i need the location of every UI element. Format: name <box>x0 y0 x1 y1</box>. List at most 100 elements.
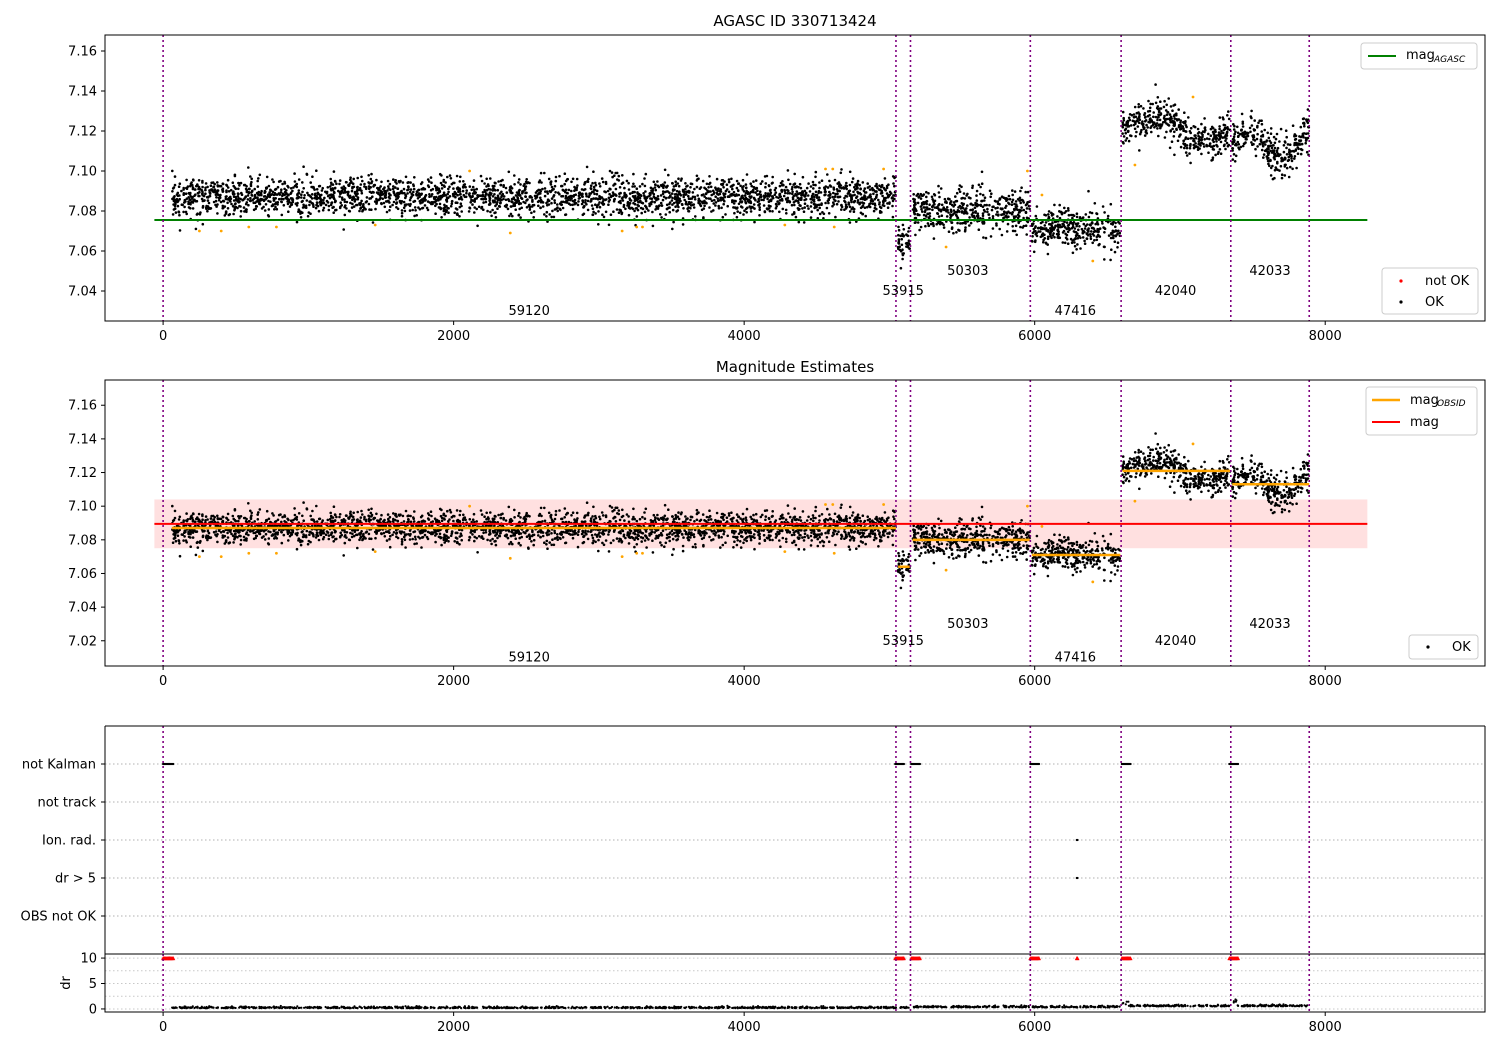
ok-point <box>741 196 745 200</box>
ok-point <box>485 188 489 192</box>
ok-point <box>587 195 591 199</box>
ok-point <box>825 206 829 210</box>
ok-point <box>814 175 817 179</box>
ok-point <box>717 206 721 210</box>
ok-point <box>891 534 894 537</box>
ok-point <box>495 197 499 200</box>
ok-point <box>964 226 967 229</box>
ok-point <box>912 210 916 214</box>
ok-point <box>1159 107 1163 110</box>
ok-point <box>563 182 566 186</box>
ok-point <box>881 194 884 198</box>
ok-point <box>417 206 420 209</box>
ok-point <box>886 196 890 199</box>
ok-point <box>754 179 758 182</box>
ok-point <box>1047 213 1050 216</box>
ok-point <box>878 188 881 192</box>
ok-point <box>213 182 216 186</box>
ok-point <box>1212 148 1216 151</box>
ok-point <box>301 206 305 209</box>
ok-point <box>676 198 679 202</box>
ok-point <box>256 185 260 188</box>
ok-point <box>822 544 825 548</box>
ok-point <box>486 209 489 213</box>
ok-point <box>988 203 991 207</box>
ok-point <box>1165 130 1168 134</box>
ok-point <box>836 195 840 199</box>
ok-point <box>548 189 552 193</box>
ok-point <box>687 194 690 198</box>
ok-point <box>744 200 747 204</box>
ok-point <box>198 194 201 198</box>
ok-point <box>259 191 263 195</box>
legend-notok-marker <box>1399 279 1403 283</box>
panel1-ytick-label: 7.14 <box>68 85 97 100</box>
ok-point <box>473 200 477 203</box>
ok-point <box>866 186 870 189</box>
ok-point <box>964 211 968 215</box>
ok-point <box>309 195 313 199</box>
ok-point <box>1090 230 1093 233</box>
ok-point <box>581 192 584 196</box>
ok-point <box>380 202 383 205</box>
ok-point <box>260 198 263 202</box>
ok-point <box>1250 141 1253 144</box>
ok-point <box>654 188 657 192</box>
ok-point <box>438 189 442 193</box>
ok-points <box>171 83 1311 270</box>
ok-point <box>644 196 647 199</box>
ok-point <box>703 195 706 198</box>
ok-point <box>553 208 557 211</box>
ok-point <box>683 529 686 532</box>
ok-point <box>510 205 513 208</box>
ok-point <box>247 502 250 505</box>
ok-point <box>778 202 781 205</box>
ok-point <box>262 198 266 201</box>
ok-point <box>991 215 995 218</box>
ok-point <box>543 187 547 190</box>
ok-point <box>494 216 498 219</box>
ok-point <box>1022 224 1026 228</box>
ok-point <box>458 180 462 183</box>
ok-point <box>280 213 284 217</box>
ok-point <box>681 223 685 226</box>
ok-point <box>588 192 591 195</box>
ok-point <box>283 190 287 194</box>
ok-point <box>406 188 409 192</box>
ok-point <box>296 194 299 197</box>
ok-point <box>1189 161 1192 165</box>
ok-point <box>607 196 611 200</box>
ok-point <box>648 192 651 195</box>
ok-point <box>749 200 752 203</box>
ok-point <box>691 191 695 194</box>
ok-point <box>1246 131 1250 135</box>
ok-point <box>1157 134 1160 138</box>
ok-point <box>701 179 705 183</box>
ok-point <box>1060 212 1064 216</box>
ok-point <box>712 209 715 212</box>
ok-point <box>1188 146 1192 150</box>
ok-point <box>748 205 751 208</box>
ok-point <box>391 187 395 191</box>
ok-point <box>787 178 790 182</box>
ok-point <box>270 204 274 208</box>
ok-point <box>1155 122 1159 125</box>
ok-point <box>846 192 850 195</box>
ok-point <box>434 212 437 215</box>
ok-point <box>1152 115 1155 119</box>
ok-point <box>269 200 272 203</box>
ok-point <box>185 178 188 182</box>
ok-point <box>1154 115 1158 119</box>
outlier-point <box>832 225 836 229</box>
ok-point <box>746 206 749 210</box>
ok-point <box>758 208 761 211</box>
ok-point <box>482 201 485 204</box>
ok-point <box>960 222 964 225</box>
ok-point <box>1179 121 1182 124</box>
ok-point <box>1033 240 1037 244</box>
ok-point <box>818 181 821 184</box>
ok-point <box>1127 116 1131 120</box>
ok-point <box>505 191 509 194</box>
ok-point <box>889 192 893 195</box>
ok-point <box>961 203 965 207</box>
